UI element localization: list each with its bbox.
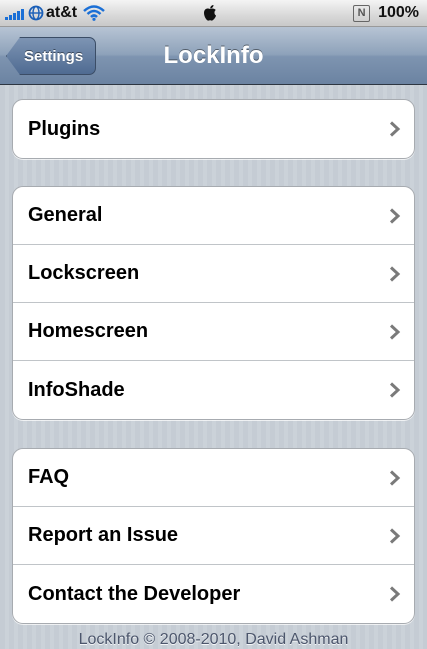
globe-icon <box>28 5 44 21</box>
row-plugins[interactable]: Plugins <box>13 100 414 158</box>
row-label: Report an Issue <box>28 524 179 546</box>
settings-group-plugins: Plugins <box>12 99 415 159</box>
notification-icon: N <box>353 4 371 22</box>
signal-icon <box>5 6 25 20</box>
chevron-right-icon <box>389 527 401 544</box>
row-faq[interactable]: FAQ <box>13 449 414 507</box>
row-label: General <box>28 204 103 226</box>
row-label: FAQ <box>28 466 70 488</box>
row-label: Plugins <box>28 117 101 140</box>
apple-logo-icon <box>204 5 216 21</box>
status-bar-left: at&t <box>5 3 105 23</box>
chevron-right-icon <box>389 265 401 282</box>
row-contact-developer[interactable]: Contact the Developer <box>13 565 414 623</box>
settings-back-button[interactable]: Settings <box>6 37 97 75</box>
chevron-right-icon <box>389 586 401 602</box>
row-label: InfoShade <box>28 378 125 401</box>
wifi-icon <box>83 5 105 21</box>
battery-percentage: 100% <box>378 4 419 21</box>
row-label: Homescreen <box>28 320 149 342</box>
row-report-issue[interactable]: Report an Issue <box>13 507 414 565</box>
row-label: Contact the Developer <box>28 582 241 605</box>
chevron-right-icon <box>389 121 401 137</box>
navigation-bar: LockInfo Settings <box>0 27 427 85</box>
status-bar-right: N 100% <box>353 3 419 23</box>
settings-group-support: FAQ Report an Issue Contact the Develope… <box>12 448 415 624</box>
chevron-right-icon <box>389 469 401 486</box>
row-lockscreen[interactable]: Lockscreen <box>13 245 414 303</box>
status-bar: at&t N 100% <box>0 0 427 27</box>
copyright-footer: LockInfo © 2008-2010, David Ashman <box>78 631 349 648</box>
carrier-name: at&t <box>46 4 78 21</box>
row-general[interactable]: General <box>13 187 414 245</box>
row-infoshade[interactable]: InfoShade <box>13 361 414 419</box>
row-homescreen[interactable]: Homescreen <box>13 303 414 361</box>
chevron-right-icon <box>389 382 401 398</box>
row-label: Lockscreen <box>28 262 140 284</box>
chevron-right-icon <box>389 207 401 224</box>
settings-group-main: General Lockscreen Homescreen InfoShade <box>12 186 415 420</box>
chevron-right-icon <box>389 323 401 340</box>
